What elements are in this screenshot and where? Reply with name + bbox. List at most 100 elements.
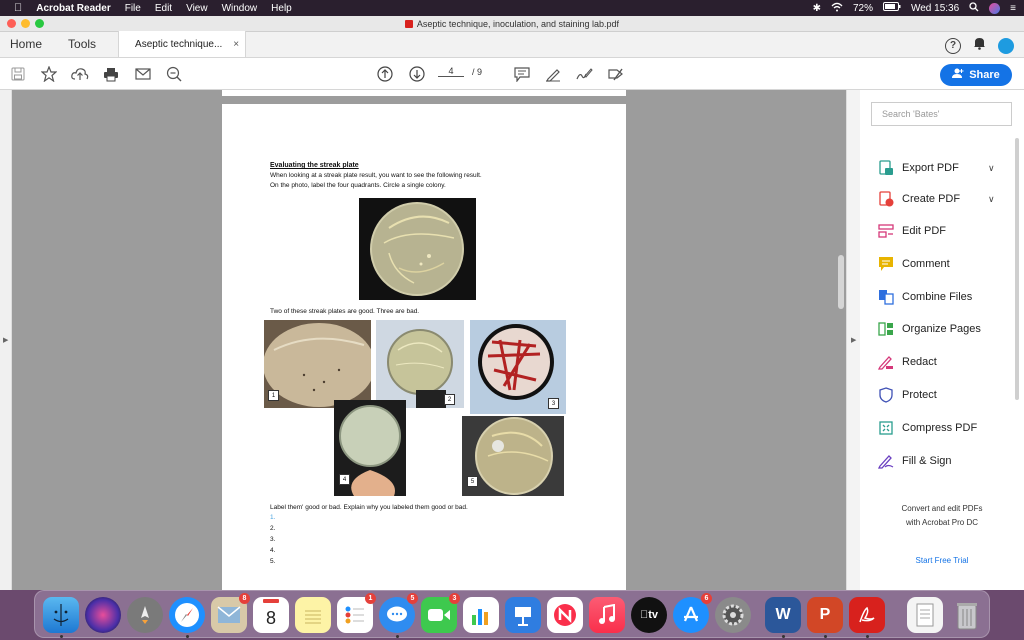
sign-icon[interactable] [575, 65, 593, 83]
calendar-day: 8 [265, 607, 276, 628]
app-store-icon[interactable]: 6 [673, 593, 712, 633]
news-icon[interactable] [547, 597, 583, 633]
reminders-icon[interactable]: 1 [337, 593, 376, 633]
menu-clock[interactable]: Wed 15:36 [911, 3, 959, 14]
minimize-window-button[interactable] [21, 19, 30, 28]
notes-icon[interactable] [295, 597, 331, 633]
previous-page-icon[interactable] [376, 65, 394, 83]
expand-left-icon[interactable]: ▶ [3, 336, 8, 344]
apple-tv-icon[interactable]: tv [631, 597, 667, 633]
zoom-window-button[interactable] [35, 19, 44, 28]
pdf-page[interactable]: Evaluating the streak plate When looking… [222, 104, 626, 590]
messages-icon[interactable]: 5 [379, 593, 418, 638]
document-view[interactable]: Evaluating the streak plate When looking… [12, 90, 846, 590]
keynote-icon[interactable] [505, 597, 541, 633]
word-icon[interactable]: W [765, 597, 801, 638]
create-pdf-icon [878, 191, 894, 207]
acrobat-window: Aseptic technique, inoculation, and stai… [0, 16, 1024, 590]
fill-form-icon[interactable] [607, 65, 625, 83]
tab-document[interactable]: Aseptic technique... × [118, 31, 247, 57]
tool-compress-pdf[interactable]: Compress PDF [878, 418, 977, 438]
tool-create-pdf[interactable]: Create PDF ∨ [878, 189, 995, 209]
start-free-trial-link[interactable]: Start Free Trial [860, 556, 1024, 565]
finder-icon[interactable] [43, 597, 79, 638]
add-person-icon [952, 68, 964, 82]
answer-line-3: 3. [270, 536, 276, 543]
print-icon[interactable] [102, 65, 120, 83]
answer-line-2: 2. [270, 525, 276, 532]
save-icon[interactable] [9, 65, 27, 83]
menu-help[interactable]: Help [271, 3, 292, 14]
macos-dock: 8 8 1 5 3 tv 6 W P [34, 590, 990, 638]
mail-icon[interactable]: 8 [211, 593, 250, 633]
siri-app-icon[interactable] [85, 597, 121, 633]
panel-scrollbar[interactable] [1015, 138, 1019, 400]
chevron-down-icon[interactable]: ∨ [988, 194, 995, 205]
calendar-icon[interactable]: 8 [253, 597, 289, 633]
tool-protect[interactable]: Protect [878, 385, 937, 405]
tool-label: Combine Files [902, 291, 973, 303]
launchpad-icon[interactable] [127, 597, 163, 633]
highlight-pen-icon[interactable] [544, 65, 562, 83]
battery-icon[interactable] [882, 2, 901, 14]
promo-text: Convert and edit PDFs with Acrobat Pro D… [860, 502, 1024, 530]
notifications-bell-icon[interactable] [973, 36, 986, 55]
safari-icon[interactable] [169, 597, 205, 638]
chevron-down-icon[interactable]: ∨ [988, 163, 995, 174]
battery-percent[interactable]: 72% [853, 3, 873, 14]
comment-tool-icon[interactable] [513, 65, 531, 83]
close-window-button[interactable] [7, 19, 16, 28]
acrobat-reader-icon[interactable] [849, 597, 885, 638]
tool-organize-pages[interactable]: Organize Pages [878, 319, 981, 339]
apple-menu-icon[interactable]:  [14, 2, 22, 14]
numbers-icon[interactable] [463, 597, 499, 633]
music-icon[interactable] [589, 597, 625, 633]
documents-stack-icon[interactable] [907, 597, 943, 633]
menu-file[interactable]: File [125, 3, 141, 14]
tool-combine-files[interactable]: Combine Files [878, 287, 972, 307]
page-number-input[interactable]: 4 [438, 66, 464, 77]
right-panel-toggle[interactable]: ▶ [846, 90, 860, 590]
facetime-icon[interactable]: 3 [421, 593, 460, 633]
help-icon[interactable]: ? [945, 37, 961, 54]
wifi-icon[interactable] [831, 2, 843, 15]
tool-label: Edit PDF [902, 225, 947, 237]
bates-search-input[interactable]: Search 'Bates' [871, 102, 1012, 126]
menu-edit[interactable]: Edit [155, 3, 172, 14]
menu-view[interactable]: View [186, 3, 208, 14]
tab-tools[interactable]: Tools [58, 31, 106, 57]
menu-app-name[interactable]: Acrobat Reader [36, 3, 110, 14]
bookmark-star-icon[interactable] [40, 65, 58, 83]
powerpoint-icon[interactable]: P [807, 597, 843, 638]
running-indicator [782, 635, 785, 638]
tool-fill-sign[interactable]: Fill & Sign [878, 451, 952, 471]
page-navigator: 4 / 9 [438, 66, 482, 77]
document-scrollbar[interactable] [838, 255, 844, 309]
tool-label: Compress PDF [902, 422, 978, 434]
zoom-out-icon[interactable] [165, 65, 183, 83]
siri-icon[interactable] [989, 2, 1001, 14]
next-page-icon[interactable] [408, 65, 426, 83]
left-panel-toggle[interactable]: ▶ [0, 90, 12, 590]
menu-window[interactable]: Window [222, 3, 258, 14]
tab-home[interactable]: Home [0, 31, 52, 57]
tool-export-pdf[interactable]: Export PDF ∨ [878, 158, 995, 178]
tool-edit-pdf[interactable]: Edit PDF [878, 221, 946, 241]
share-button[interactable]: Share [940, 64, 1012, 86]
tool-comment[interactable]: Comment [878, 254, 950, 274]
tool-label: Fill & Sign [902, 455, 952, 467]
messages-badge: 5 [407, 593, 418, 604]
calendar-month-strip [263, 599, 279, 603]
profile-avatar[interactable] [998, 37, 1014, 54]
spotlight-icon[interactable] [969, 1, 979, 15]
tool-redact[interactable]: Redact [878, 352, 937, 372]
upload-cloud-icon[interactable] [71, 65, 89, 83]
trash-icon[interactable] [949, 597, 985, 633]
system-preferences-icon[interactable] [715, 597, 751, 633]
collapse-right-icon[interactable]: ▶ [851, 336, 856, 344]
control-center-icon[interactable]: ≡ [1010, 3, 1016, 14]
close-tab-icon[interactable]: × [233, 39, 239, 50]
bluetooth-icon[interactable]: ✱ [813, 3, 821, 14]
email-icon[interactable] [134, 65, 152, 83]
redact-icon [878, 354, 894, 370]
